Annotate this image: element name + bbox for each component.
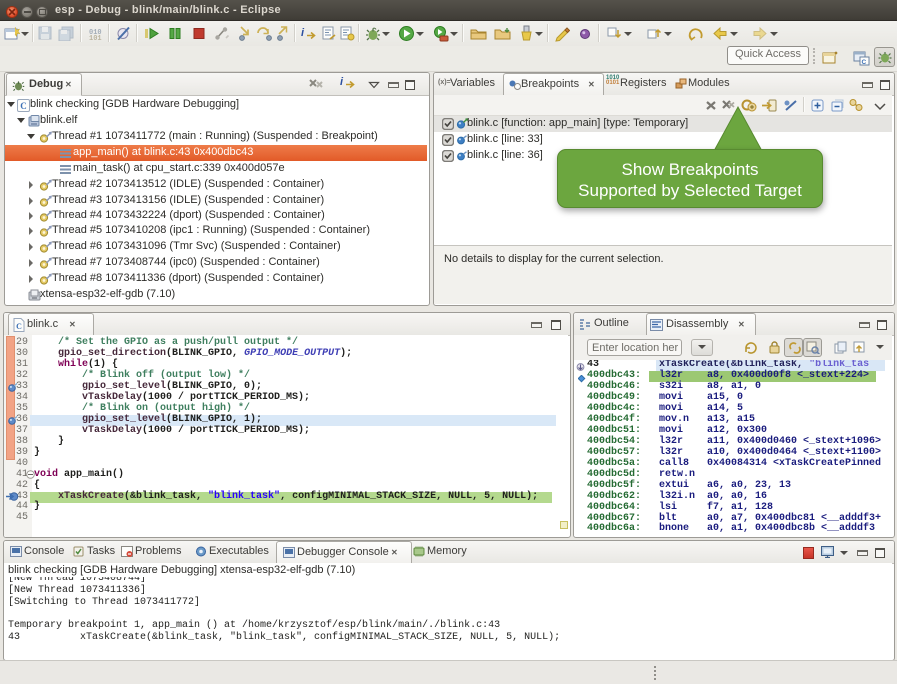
- svg-text:C: C: [862, 59, 867, 66]
- svg-text:C: C: [20, 101, 27, 111]
- svg-text:C: C: [16, 322, 22, 331]
- svg-text:101: 101: [89, 35, 102, 41]
